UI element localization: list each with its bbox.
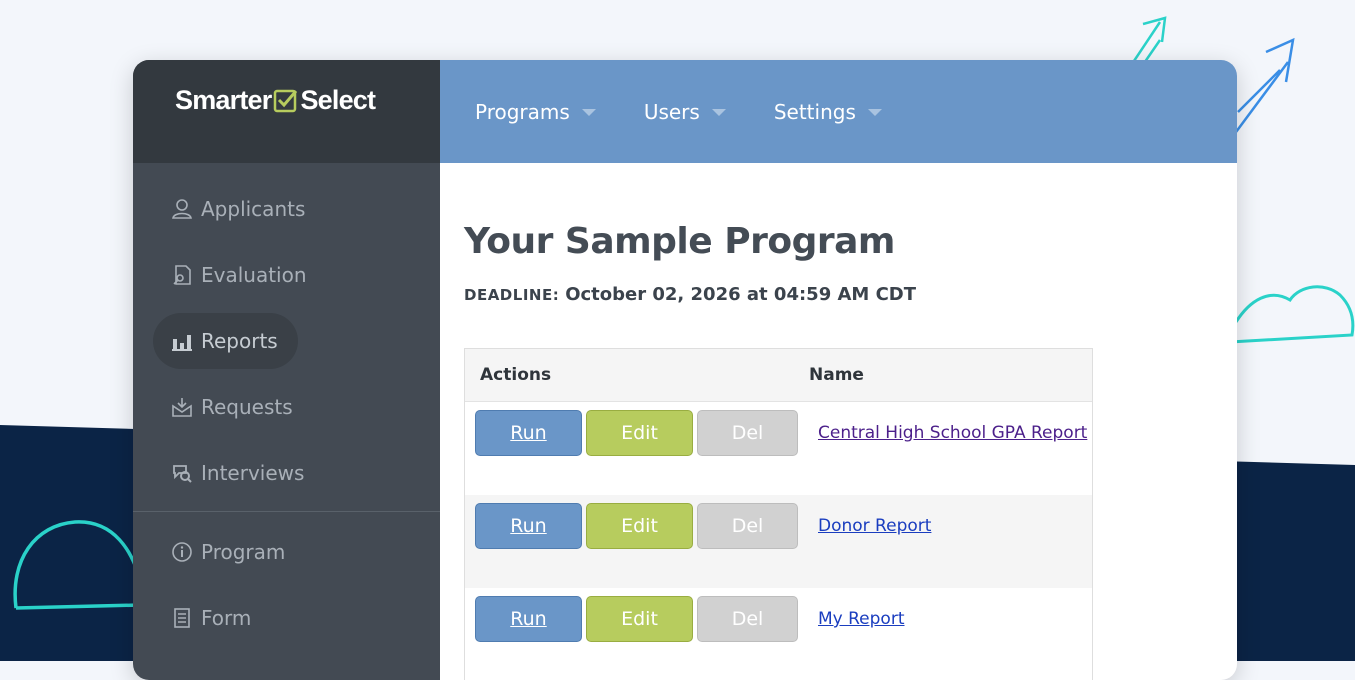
run-button[interactable]: Run: [475, 503, 582, 549]
table-row: Run Edit Del Central High School GPA Rep…: [465, 402, 1092, 495]
deadline: DEADLINE: October 02, 2026 at 04:59 AM CD…: [464, 284, 1237, 305]
top-navigation: Programs Users Settings: [440, 60, 1237, 163]
deadline-label: DEADLINE:: [464, 286, 560, 304]
report-name-link[interactable]: Donor Report: [818, 503, 931, 549]
interview-search-icon: [171, 462, 193, 484]
sidebar-item-label: Form: [201, 606, 252, 630]
sidebar-item-label: Program: [201, 540, 286, 564]
chevron-down-icon: [711, 109, 726, 116]
edit-button[interactable]: Edit: [586, 410, 693, 456]
sidebar-item-evaluation[interactable]: Evaluation: [153, 247, 307, 303]
menu-users[interactable]: Users: [644, 100, 726, 124]
menu-label: Settings: [773, 99, 856, 124]
app-window: Smarter Select Applicants Evaluation Rep…: [133, 60, 1237, 680]
reports-table: Actions Name Run Edit Del Central High S…: [464, 348, 1093, 680]
sidebar-item-program[interactable]: Program: [153, 524, 298, 580]
table-row: Run Edit Del Donor Report: [465, 495, 1092, 588]
report-name-link[interactable]: My Report: [818, 596, 905, 642]
edit-button[interactable]: Edit: [586, 503, 693, 549]
teal-arc-decoration: [13, 520, 147, 610]
delete-button[interactable]: Del: [697, 410, 798, 456]
chevron-down-icon: [867, 109, 882, 116]
brand-name-right: Select: [300, 85, 376, 115]
document-icon: [171, 607, 193, 629]
brand-name-left: Smarter: [175, 85, 272, 115]
teal-cloud-decoration: [1229, 285, 1355, 344]
sidebar-divider: [133, 511, 440, 512]
info-icon: [171, 541, 193, 563]
report-name-link[interactable]: Central High School GPA Report: [818, 410, 1087, 456]
sidebar-item-interviews[interactable]: Interviews: [153, 445, 304, 501]
edit-button[interactable]: Edit: [586, 596, 693, 642]
evaluation-icon: [171, 264, 193, 286]
sidebar-item-label: Applicants: [201, 197, 306, 221]
sidebar-nav: Applicants Evaluation Reports Requests I…: [133, 163, 440, 646]
sidebar-item-label: Evaluation: [201, 263, 307, 287]
run-button[interactable]: Run: [475, 596, 582, 642]
menu-label: Users: [643, 99, 700, 124]
brand-logo[interactable]: Smarter Select: [175, 85, 376, 116]
blue-arrow-decoration: [1234, 37, 1295, 133]
sidebar-item-form[interactable]: Form: [153, 590, 298, 646]
menu-settings[interactable]: Settings: [774, 100, 882, 124]
chevron-down-icon: [581, 109, 596, 116]
column-header-actions: Actions: [480, 365, 552, 385]
sidebar-item-label: Reports: [201, 329, 278, 353]
delete-button[interactable]: Del: [697, 503, 798, 549]
menu-label: Programs: [475, 99, 570, 124]
sidebar-item-requests[interactable]: Requests: [153, 379, 298, 435]
sidebar: Smarter Select Applicants Evaluation Rep…: [133, 60, 440, 680]
menu-programs[interactable]: Programs: [475, 100, 596, 124]
sidebar-item-reports[interactable]: Reports: [153, 313, 298, 369]
column-header-name: Name: [809, 365, 864, 385]
delete-button[interactable]: Del: [697, 596, 798, 642]
table-row: Run Edit Del My Report: [465, 588, 1092, 680]
deadline-value: October 02, 2026 at 04:59 AM CDT: [565, 284, 917, 305]
user-icon: [171, 198, 193, 220]
page-title: Your Sample Program: [464, 221, 895, 262]
sidebar-item-label: Requests: [201, 395, 293, 419]
run-button[interactable]: Run: [475, 410, 582, 456]
bar-chart-icon: [171, 330, 193, 352]
checkbox-logo-icon: [274, 89, 298, 113]
main-content: Your Sample Program DEADLINE: October 02,…: [440, 163, 1237, 680]
inbox-download-icon: [171, 396, 193, 418]
sidebar-item-label: Interviews: [201, 461, 305, 485]
sidebar-item-applicants[interactable]: Applicants: [153, 181, 305, 237]
table-header: Actions Name: [465, 349, 1092, 402]
brand-bar: Smarter Select: [133, 60, 440, 163]
